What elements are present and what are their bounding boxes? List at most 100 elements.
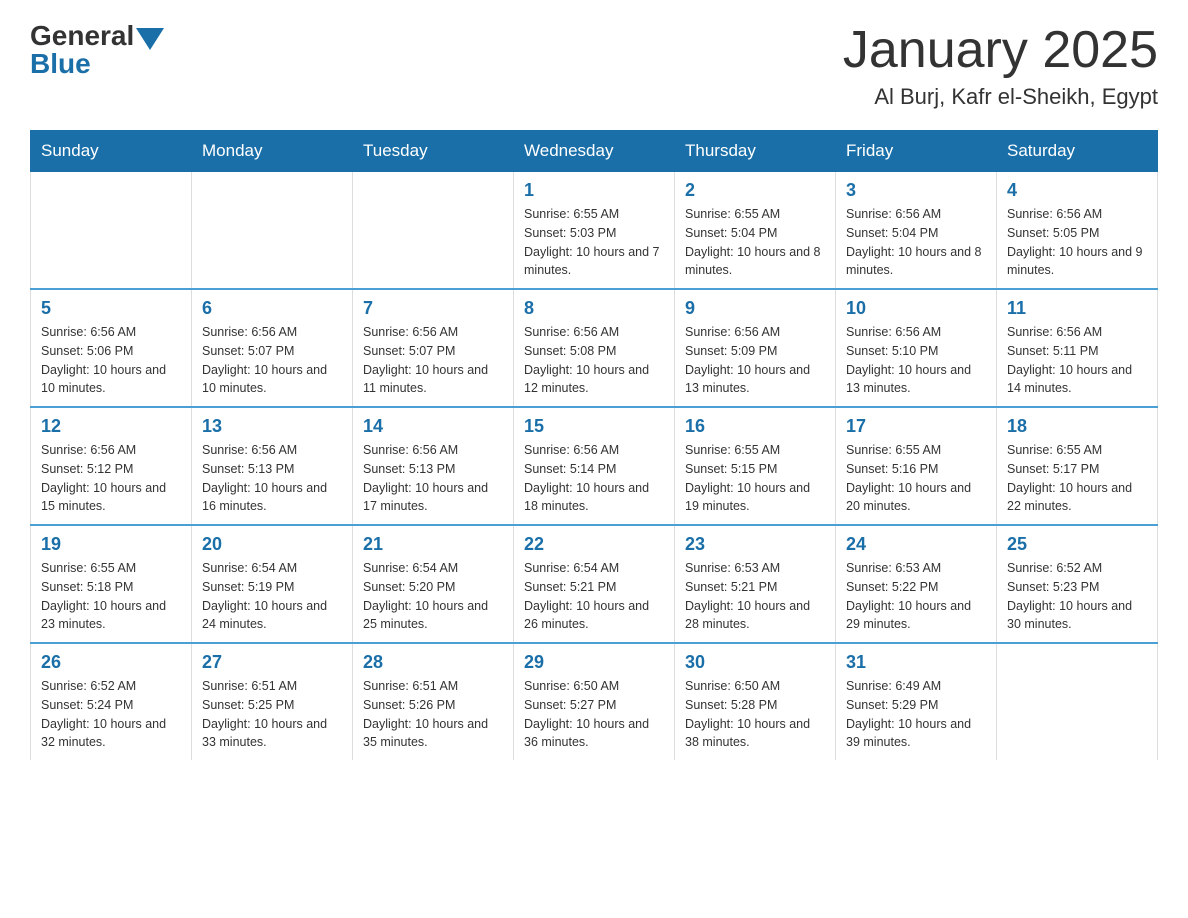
day-number: 13 [202,416,342,437]
calendar-cell: 8 Sunrise: 6:56 AM Sunset: 5:08 PM Daylig… [514,289,675,407]
day-number: 24 [846,534,986,555]
calendar-cell: 5Sunrise: 6:56 AM Sunset: 5:06 PM Daylig… [31,289,192,407]
day-number: 5 [41,298,181,319]
calendar-week-row: 26 Sunrise: 6:52 AM Sunset: 5:24 PM Dayli… [31,643,1158,760]
title-section: January 2025 Al Burj, Kafr el-Sheikh, Eg… [843,20,1158,110]
day-number: 25 [1007,534,1147,555]
calendar-cell: 9 Sunrise: 6:56 AM Sunset: 5:09 PM Daylig… [675,289,836,407]
day-info: Sunrise: 6:54 AM Sunset: 5:21 PM Dayligh… [524,559,664,634]
day-number: 21 [363,534,503,555]
day-info: Sunrise: 6:56 AM Sunset: 5:04 PM Dayligh… [846,205,986,280]
day-number: 16 [685,416,825,437]
day-info: Sunrise: 6:50 AM Sunset: 5:28 PM Dayligh… [685,677,825,752]
calendar-cell: 13 Sunrise: 6:56 AM Sunset: 5:13 PM Dayli… [192,407,353,525]
day-info: Sunrise: 6:56 AM Sunset: 5:08 PM Dayligh… [524,323,664,398]
day-info: Sunrise: 6:52 AM Sunset: 5:24 PM Dayligh… [41,677,181,752]
calendar-cell: 2 Sunrise: 6:55 AM Sunset: 5:04 PM Daylig… [675,172,836,290]
header-wednesday: Wednesday [514,131,675,172]
calendar-cell: 11 Sunrise: 6:56 AM Sunset: 5:11 PM Dayli… [997,289,1158,407]
calendar-cell: 3Sunrise: 6:56 AM Sunset: 5:04 PM Daylig… [836,172,997,290]
calendar-week-row: 12Sunrise: 6:56 AM Sunset: 5:12 PM Dayli… [31,407,1158,525]
day-number: 2 [685,180,825,201]
day-info: Sunrise: 6:56 AM Sunset: 5:13 PM Dayligh… [202,441,342,516]
day-number: 20 [202,534,342,555]
day-number: 17 [846,416,986,437]
day-info: Sunrise: 6:52 AM Sunset: 5:23 PM Dayligh… [1007,559,1147,634]
header-friday: Friday [836,131,997,172]
day-info: Sunrise: 6:55 AM Sunset: 5:17 PM Dayligh… [1007,441,1147,516]
day-info: Sunrise: 6:56 AM Sunset: 5:09 PM Dayligh… [685,323,825,398]
logo-triangle-icon [136,28,164,50]
calendar-cell: 20 Sunrise: 6:54 AM Sunset: 5:19 PM Dayli… [192,525,353,643]
day-info: Sunrise: 6:56 AM Sunset: 5:11 PM Dayligh… [1007,323,1147,398]
header-monday: Monday [192,131,353,172]
day-info: Sunrise: 6:55 AM Sunset: 5:03 PM Dayligh… [524,205,664,280]
day-number: 10 [846,298,986,319]
calendar-cell: 22 Sunrise: 6:54 AM Sunset: 5:21 PM Dayli… [514,525,675,643]
calendar-cell: 1 Sunrise: 6:55 AM Sunset: 5:03 PM Daylig… [514,172,675,290]
day-info: Sunrise: 6:53 AM Sunset: 5:22 PM Dayligh… [846,559,986,634]
day-number: 28 [363,652,503,673]
day-info: Sunrise: 6:53 AM Sunset: 5:21 PM Dayligh… [685,559,825,634]
header-saturday: Saturday [997,131,1158,172]
day-number: 4 [1007,180,1147,201]
calendar-cell: 28 Sunrise: 6:51 AM Sunset: 5:26 PM Dayli… [353,643,514,760]
day-info: Sunrise: 6:56 AM Sunset: 5:14 PM Dayligh… [524,441,664,516]
calendar-week-row: 1 Sunrise: 6:55 AM Sunset: 5:03 PM Daylig… [31,172,1158,290]
calendar-cell [353,172,514,290]
calendar-week-row: 19Sunrise: 6:55 AM Sunset: 5:18 PM Dayli… [31,525,1158,643]
day-info: Sunrise: 6:56 AM Sunset: 5:05 PM Dayligh… [1007,205,1147,280]
day-number: 18 [1007,416,1147,437]
calendar-table: SundayMondayTuesdayWednesdayThursdayFrid… [30,130,1158,760]
day-info: Sunrise: 6:51 AM Sunset: 5:26 PM Dayligh… [363,677,503,752]
header-thursday: Thursday [675,131,836,172]
day-number: 6 [202,298,342,319]
calendar-cell: 16 Sunrise: 6:55 AM Sunset: 5:15 PM Dayli… [675,407,836,525]
calendar-cell: 26 Sunrise: 6:52 AM Sunset: 5:24 PM Dayli… [31,643,192,760]
day-number: 8 [524,298,664,319]
page-header: General Blue January 2025 Al Burj, Kafr … [30,20,1158,110]
day-info: Sunrise: 6:54 AM Sunset: 5:19 PM Dayligh… [202,559,342,634]
day-number: 9 [685,298,825,319]
day-info: Sunrise: 6:51 AM Sunset: 5:25 PM Dayligh… [202,677,342,752]
day-info: Sunrise: 6:49 AM Sunset: 5:29 PM Dayligh… [846,677,986,752]
day-number: 15 [524,416,664,437]
day-info: Sunrise: 6:56 AM Sunset: 5:07 PM Dayligh… [202,323,342,398]
calendar-cell: 25 Sunrise: 6:52 AM Sunset: 5:23 PM Dayli… [997,525,1158,643]
day-number: 29 [524,652,664,673]
day-info: Sunrise: 6:50 AM Sunset: 5:27 PM Dayligh… [524,677,664,752]
calendar-cell: 14Sunrise: 6:56 AM Sunset: 5:13 PM Dayli… [353,407,514,525]
header-sunday: Sunday [31,131,192,172]
day-number: 26 [41,652,181,673]
day-info: Sunrise: 6:56 AM Sunset: 5:07 PM Dayligh… [363,323,503,398]
month-title: January 2025 [843,20,1158,80]
day-number: 1 [524,180,664,201]
header-tuesday: Tuesday [353,131,514,172]
day-number: 11 [1007,298,1147,319]
day-info: Sunrise: 6:55 AM Sunset: 5:18 PM Dayligh… [41,559,181,634]
day-number: 22 [524,534,664,555]
calendar-cell [192,172,353,290]
day-number: 14 [363,416,503,437]
calendar-cell: 24 Sunrise: 6:53 AM Sunset: 5:22 PM Dayli… [836,525,997,643]
calendar-cell: 17 Sunrise: 6:55 AM Sunset: 5:16 PM Dayli… [836,407,997,525]
calendar-cell: 15 Sunrise: 6:56 AM Sunset: 5:14 PM Dayli… [514,407,675,525]
logo-blue-text: Blue [30,48,91,80]
calendar-cell: 10 Sunrise: 6:56 AM Sunset: 5:10 PM Dayli… [836,289,997,407]
calendar-cell: 18 Sunrise: 6:55 AM Sunset: 5:17 PM Dayli… [997,407,1158,525]
calendar-cell: 4 Sunrise: 6:56 AM Sunset: 5:05 PM Daylig… [997,172,1158,290]
calendar-cell: 6 Sunrise: 6:56 AM Sunset: 5:07 PM Daylig… [192,289,353,407]
calendar-cell [997,643,1158,760]
day-number: 31 [846,652,986,673]
day-info: Sunrise: 6:55 AM Sunset: 5:15 PM Dayligh… [685,441,825,516]
day-info: Sunrise: 6:55 AM Sunset: 5:16 PM Dayligh… [846,441,986,516]
calendar-cell: 31 Sunrise: 6:49 AM Sunset: 5:29 PM Dayli… [836,643,997,760]
day-info: Sunrise: 6:55 AM Sunset: 5:04 PM Dayligh… [685,205,825,280]
calendar-cell: 21Sunrise: 6:54 AM Sunset: 5:20 PM Dayli… [353,525,514,643]
day-info: Sunrise: 6:56 AM Sunset: 5:10 PM Dayligh… [846,323,986,398]
day-number: 12 [41,416,181,437]
calendar-cell: 29 Sunrise: 6:50 AM Sunset: 5:27 PM Dayli… [514,643,675,760]
calendar-cell: 27Sunrise: 6:51 AM Sunset: 5:25 PM Dayli… [192,643,353,760]
calendar-cell: 12Sunrise: 6:56 AM Sunset: 5:12 PM Dayli… [31,407,192,525]
calendar-cell: 30Sunrise: 6:50 AM Sunset: 5:28 PM Dayli… [675,643,836,760]
